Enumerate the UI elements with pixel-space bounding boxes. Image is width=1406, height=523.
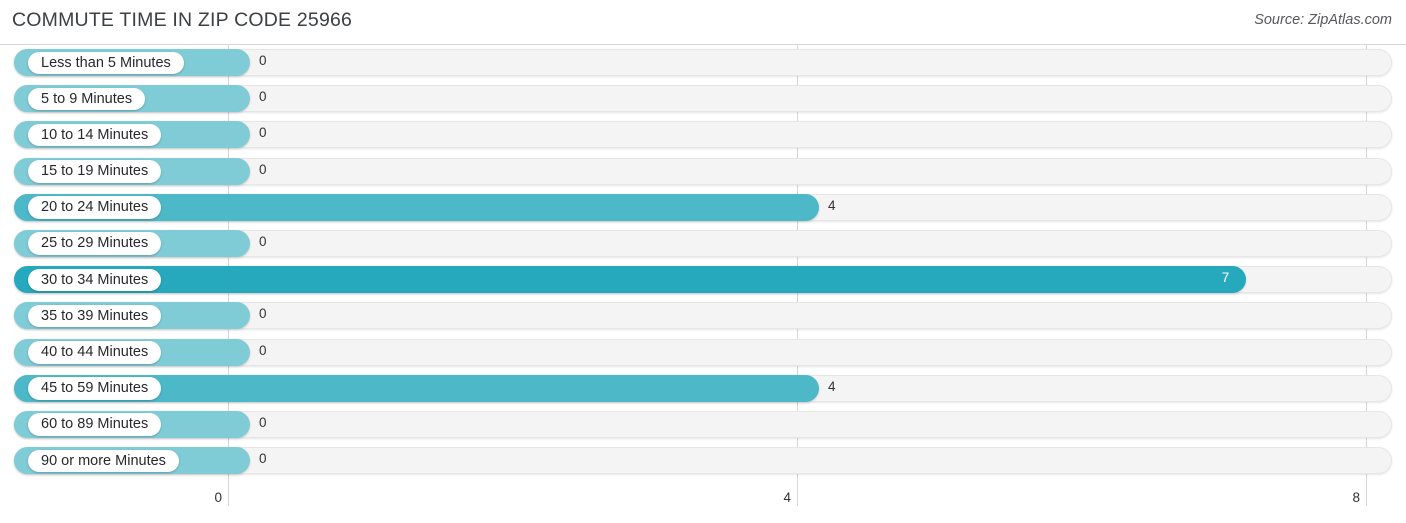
bar-category-label: 60 to 89 Minutes xyxy=(28,413,162,436)
bar-category-label: 15 to 19 Minutes xyxy=(28,160,162,183)
bar-category-label: 90 or more Minutes xyxy=(28,449,179,473)
bar-row: 45 to 59 Minutes 4 xyxy=(0,371,1406,407)
bar-category-label: 25 to 29 Minutes xyxy=(28,232,162,255)
bar-category-label: 40 to 44 Minutes xyxy=(28,341,162,364)
bar-rows: Less than 5 Minutes 0 5 to 9 Minutes 0 10 to… xyxy=(0,45,1406,479)
x-axis-tick-label: 8 xyxy=(1352,490,1360,505)
bar-category-label: Less than 5 Minutes xyxy=(28,51,184,74)
bar-category-label: 35 to 39 Minutes xyxy=(28,304,162,328)
bar-value-label: 0 xyxy=(259,125,267,141)
bar-row: 40 to 44 Minutes 0 xyxy=(0,335,1406,371)
bar-value-label: 0 xyxy=(259,233,267,249)
bar-category-label: 30 to 34 Minutes xyxy=(28,268,162,292)
bar-category-label: 10 to 14 Minutes xyxy=(28,123,162,147)
bar-row: 5 to 9 Minutes 0 xyxy=(0,81,1406,117)
bar-category-label: 45 to 59 Minutes xyxy=(28,377,162,400)
bar-value-label: 0 xyxy=(259,306,267,322)
bar-value-label: 7 xyxy=(1221,270,1230,286)
bar-value-label: 4 xyxy=(828,378,836,394)
bar-category-label: 5 to 9 Minutes xyxy=(28,87,146,111)
bar-value-label: 0 xyxy=(259,451,267,467)
x-axis-tick-label: 4 xyxy=(783,490,791,505)
chart-plot-area: Less than 5 Minutes 0 5 to 9 Minutes 0 10 to… xyxy=(0,44,1406,506)
bar-row: 20 to 24 Minutes 4 xyxy=(0,190,1406,226)
chart-header: COMMUTE TIME IN ZIP CODE 25966 Source: Z… xyxy=(0,0,1406,44)
bar-row: 15 to 19 Minutes 0 xyxy=(0,154,1406,190)
bar-row: 25 to 29 Minutes 0 xyxy=(0,226,1406,262)
page-title: COMMUTE TIME IN ZIP CODE 25966 xyxy=(12,9,353,31)
bar-row: 10 to 14 Minutes 0 xyxy=(0,117,1406,153)
source-attribution: Source: ZipAtlas.com xyxy=(1254,12,1392,28)
bar-value-label: 4 xyxy=(828,197,836,213)
bar-value-label: 0 xyxy=(259,342,267,358)
x-axis: 0 4 8 xyxy=(0,484,1406,523)
bar-row: 60 to 89 Minutes 0 xyxy=(0,407,1406,443)
x-axis-tick-label: 0 xyxy=(214,490,222,505)
bar-category-label: 20 to 24 Minutes xyxy=(28,196,162,219)
bar[interactable] xyxy=(14,266,1246,294)
bar-row: 90 or more Minutes 0 xyxy=(0,443,1406,479)
bar-value-label: 0 xyxy=(259,161,267,177)
bar-row: Less than 5 Minutes 0 xyxy=(0,45,1406,81)
bar-row: 35 to 39 Minutes 0 xyxy=(0,298,1406,334)
bar-row: 30 to 34 Minutes 7 xyxy=(0,262,1406,298)
bar-value-label: 0 xyxy=(259,89,267,105)
bar-value-label: 0 xyxy=(259,414,267,430)
bar-value-label: 0 xyxy=(259,53,267,68)
